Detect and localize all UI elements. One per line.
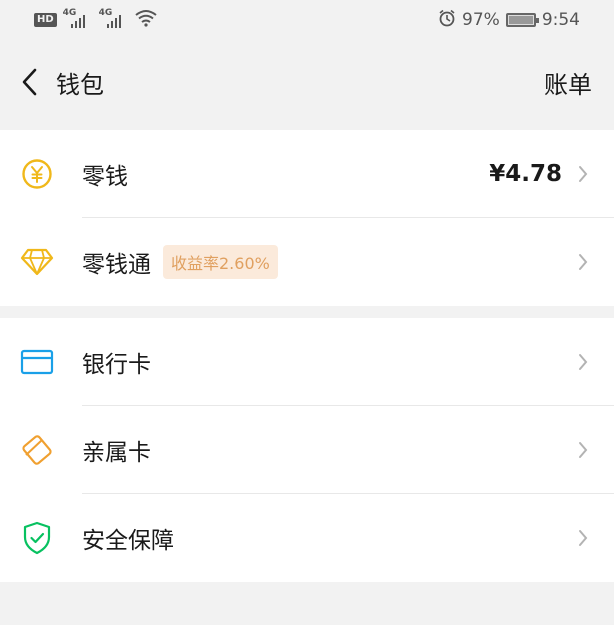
lingqiantong-row[interactable]: 零钱通 收益率2.60%: [0, 218, 614, 306]
yuan-coin-icon: [20, 157, 54, 191]
chevron-right-icon: [576, 162, 590, 186]
security-row[interactable]: 安全保障: [0, 494, 614, 582]
nav-left: 钱包: [14, 62, 104, 102]
back-arrow-icon[interactable]: [14, 62, 44, 102]
lingqiantong-label: 零钱通: [82, 252, 151, 278]
status-right: 97% 9:54: [438, 9, 580, 32]
chevron-right-icon: [576, 350, 590, 374]
signal-icon-2: 4G: [99, 8, 129, 30]
hd-badge: HD: [34, 13, 57, 27]
bank-card-label: 银行卡: [82, 352, 151, 378]
security-label: 安全保障: [82, 528, 174, 554]
shield-check-icon: [20, 521, 54, 555]
wallet-group: 零钱 ¥4.78 零钱通 收益率2.60%: [0, 130, 614, 306]
bank-card-icon: [20, 345, 54, 379]
wifi-icon: [135, 9, 157, 32]
change-row[interactable]: 零钱 ¥4.78: [0, 130, 614, 218]
bill-button[interactable]: 账单: [544, 65, 592, 100]
yield-rate-badge: 收益率2.60%: [163, 245, 278, 279]
family-card-icon: [20, 433, 54, 467]
battery-percent: 97%: [462, 10, 500, 30]
family-card-label: 亲属卡: [82, 440, 151, 466]
signal-icon: 4G: [63, 8, 93, 30]
diamond-icon: [20, 245, 54, 279]
change-label: 零钱: [82, 164, 128, 190]
clock-time: 9:54: [541, 10, 580, 30]
family-card-row[interactable]: 亲属卡: [0, 406, 614, 494]
status-bar: HD 4G 4G 97% 9:54: [0, 0, 614, 40]
chevron-right-icon: [576, 438, 590, 462]
chevron-right-icon: [576, 250, 590, 274]
battery-icon: [505, 13, 539, 27]
nav-bar: 钱包 账单: [0, 40, 614, 124]
cards-group: 银行卡 亲属卡 安全保障: [0, 318, 614, 582]
status-left: HD 4G 4G: [34, 8, 157, 32]
change-balance: ¥4.78: [489, 161, 562, 187]
chevron-right-icon: [576, 526, 590, 550]
page-title: 钱包: [56, 70, 104, 99]
alarm-icon: [438, 9, 456, 32]
bank-card-row[interactable]: 银行卡: [0, 318, 614, 406]
